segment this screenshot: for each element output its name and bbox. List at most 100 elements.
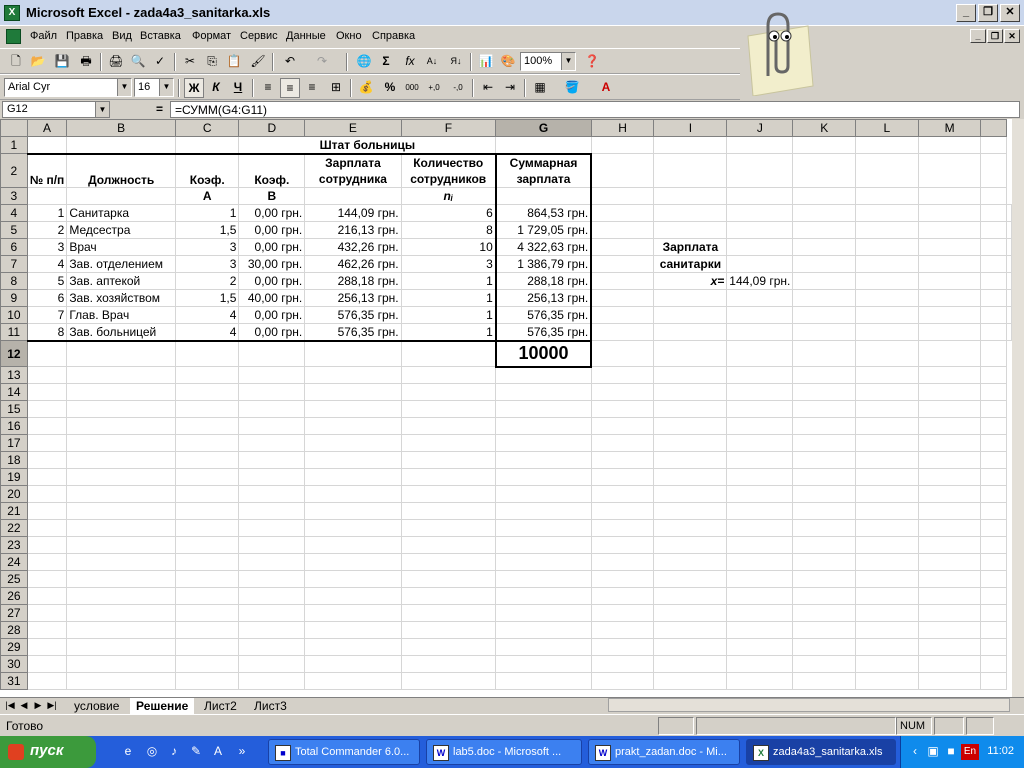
coef-b[interactable]: 0,00 грн. bbox=[238, 238, 306, 256]
cell[interactable] bbox=[980, 502, 1007, 520]
x-label[interactable]: x= bbox=[653, 272, 728, 290]
cell[interactable] bbox=[590, 272, 655, 290]
cell[interactable] bbox=[980, 519, 1007, 537]
row-header[interactable]: 6 bbox=[0, 238, 28, 256]
cell[interactable] bbox=[66, 553, 177, 571]
menu-insert[interactable]: Вставка bbox=[140, 30, 181, 42]
cell[interactable] bbox=[726, 306, 794, 324]
menu-view[interactable]: Вид bbox=[112, 30, 132, 42]
cell[interactable] bbox=[855, 187, 919, 205]
cell[interactable] bbox=[792, 340, 857, 367]
cell[interactable] bbox=[238, 502, 306, 520]
cell[interactable] bbox=[917, 238, 982, 256]
cell[interactable] bbox=[66, 400, 177, 418]
salary[interactable]: 576,35 грн. bbox=[304, 323, 402, 342]
cell[interactable] bbox=[726, 587, 794, 605]
row-number[interactable]: 3 bbox=[26, 238, 68, 256]
coef-b[interactable]: 0,00 грн. bbox=[238, 204, 306, 222]
comma-style-icon[interactable]: 000 bbox=[402, 78, 422, 98]
cell[interactable] bbox=[855, 238, 919, 256]
count[interactable]: 10 bbox=[400, 238, 497, 256]
cell[interactable] bbox=[792, 153, 857, 188]
cell[interactable] bbox=[175, 434, 240, 452]
cell[interactable] bbox=[653, 400, 728, 418]
cell[interactable] bbox=[304, 468, 402, 486]
cell[interactable] bbox=[917, 553, 982, 571]
cell[interactable] bbox=[917, 434, 982, 452]
italic-button[interactable]: К bbox=[206, 78, 226, 98]
total-salary[interactable]: 288,18 грн. bbox=[494, 272, 593, 290]
sum-total[interactable]: 10000 bbox=[494, 339, 593, 368]
coef-a[interactable]: 1 bbox=[175, 204, 240, 222]
row-header[interactable]: 12 bbox=[0, 340, 28, 367]
cell[interactable] bbox=[590, 383, 655, 401]
cell[interactable] bbox=[726, 536, 794, 554]
cell[interactable] bbox=[175, 604, 240, 622]
header-cell[interactable]: Коэф. bbox=[238, 152, 306, 188]
bold-button[interactable]: Ж bbox=[184, 78, 204, 98]
cell[interactable] bbox=[238, 587, 306, 605]
row-header[interactable]: 5 bbox=[0, 221, 28, 239]
cell[interactable] bbox=[980, 451, 1007, 469]
cell[interactable] bbox=[917, 587, 982, 605]
cell[interactable] bbox=[66, 340, 177, 367]
cell[interactable] bbox=[726, 187, 794, 205]
cell[interactable] bbox=[726, 655, 794, 673]
coef-a[interactable]: 2 bbox=[175, 272, 240, 290]
coef-a[interactable]: 3 bbox=[175, 255, 240, 273]
cell[interactable] bbox=[855, 655, 919, 673]
header-cell[interactable]: B bbox=[238, 187, 306, 205]
cell[interactable] bbox=[653, 536, 728, 554]
cell[interactable] bbox=[590, 519, 655, 537]
cell[interactable] bbox=[917, 340, 982, 367]
cell[interactable] bbox=[792, 417, 857, 435]
header-cell[interactable]: Суммарная зарплата bbox=[494, 152, 593, 188]
cell[interactable] bbox=[792, 468, 857, 486]
cell[interactable] bbox=[66, 383, 177, 401]
rss-icon[interactable]: ◎ bbox=[144, 744, 160, 760]
total-salary[interactable]: 576,35 грн. bbox=[494, 306, 593, 324]
cell[interactable] bbox=[855, 451, 919, 469]
cell[interactable] bbox=[792, 451, 857, 469]
cell[interactable] bbox=[590, 306, 655, 324]
position-name[interactable]: Глав. Врач bbox=[66, 306, 177, 324]
position-name[interactable]: Медсестра bbox=[66, 221, 177, 239]
cell[interactable] bbox=[26, 553, 68, 571]
cell[interactable] bbox=[26, 417, 68, 435]
row-header[interactable]: 22 bbox=[0, 519, 28, 537]
cell[interactable] bbox=[1006, 323, 1012, 341]
redo-icon[interactable]: ↷ bbox=[312, 52, 332, 72]
cell[interactable] bbox=[653, 485, 728, 503]
cell[interactable] bbox=[495, 485, 592, 503]
next-sheet-icon[interactable]: ▶ bbox=[32, 699, 44, 713]
decrease-indent-icon[interactable]: ⇤ bbox=[478, 78, 498, 98]
pen-icon[interactable]: ✎ bbox=[188, 744, 204, 760]
cell[interactable] bbox=[400, 587, 497, 605]
cell[interactable] bbox=[400, 655, 497, 673]
cell[interactable] bbox=[980, 221, 1007, 239]
cell[interactable] bbox=[917, 400, 982, 418]
cell[interactable] bbox=[726, 621, 794, 639]
cell[interactable] bbox=[792, 400, 857, 418]
position-name[interactable]: Зав. аптекой bbox=[66, 272, 177, 290]
cell[interactable] bbox=[980, 323, 1007, 341]
cell[interactable] bbox=[653, 383, 728, 401]
cell[interactable] bbox=[917, 366, 982, 384]
cell[interactable] bbox=[26, 136, 68, 154]
cell[interactable] bbox=[238, 366, 306, 384]
cell[interactable] bbox=[175, 383, 240, 401]
cell[interactable] bbox=[238, 340, 306, 367]
cell[interactable] bbox=[980, 306, 1007, 324]
cell[interactable] bbox=[653, 604, 728, 622]
row-header[interactable]: 2 bbox=[0, 153, 28, 188]
underline-button[interactable]: Ч bbox=[228, 78, 248, 98]
chevron-down-icon[interactable]: ▼ bbox=[117, 79, 131, 96]
cell[interactable] bbox=[26, 400, 68, 418]
cell[interactable] bbox=[653, 221, 728, 239]
cell[interactable] bbox=[980, 587, 1007, 605]
print-preview-icon[interactable]: 🔍 bbox=[128, 52, 148, 72]
cell[interactable] bbox=[855, 621, 919, 639]
zoom-select[interactable]: 100% ▼ bbox=[520, 52, 576, 71]
cell[interactable] bbox=[590, 221, 655, 239]
cell[interactable] bbox=[653, 340, 728, 367]
